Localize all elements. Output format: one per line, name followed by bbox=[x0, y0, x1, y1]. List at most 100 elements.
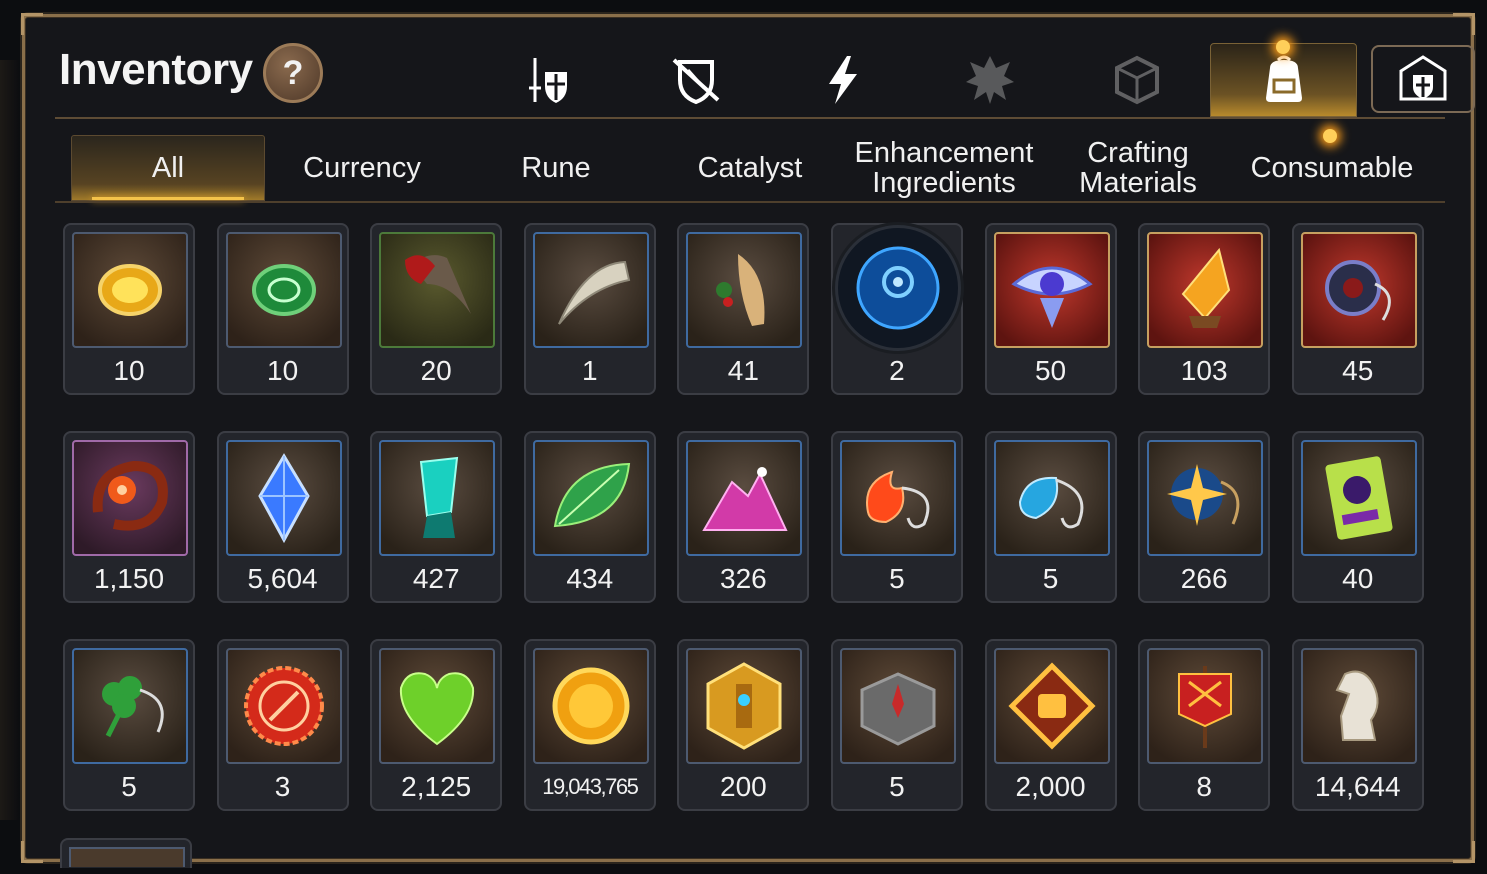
tab-consumable[interactable]: Consumable bbox=[1235, 135, 1429, 201]
star-pendant-icon bbox=[1147, 440, 1264, 556]
inventory-item[interactable]: 266 bbox=[1138, 431, 1271, 603]
inventory-item[interactable]: 1,150 bbox=[63, 431, 195, 603]
frame-corner bbox=[1453, 13, 1475, 35]
inventory-item[interactable]: 5 bbox=[830, 431, 963, 603]
background-edge bbox=[0, 60, 20, 820]
battle-flag-icon bbox=[1147, 648, 1264, 764]
item-count: 5 bbox=[1042, 563, 1059, 594]
card-icon bbox=[1300, 440, 1417, 556]
sword-shield-icon bbox=[528, 58, 567, 103]
tab-emblem[interactable] bbox=[916, 43, 1063, 117]
fire-pendant-icon bbox=[839, 440, 956, 556]
item-count: 41 bbox=[727, 355, 759, 386]
inventory-item[interactable]: 1 bbox=[523, 223, 656, 395]
tab-rune[interactable]: Rune bbox=[459, 135, 653, 201]
stone-compass-icon bbox=[839, 648, 956, 764]
inventory-item[interactable]: 326 bbox=[677, 431, 810, 603]
fang-icon bbox=[532, 232, 649, 348]
item-count: 10 bbox=[267, 355, 299, 386]
inventory-item-partial[interactable] bbox=[60, 838, 192, 868]
dark-ring-amulet-icon bbox=[1300, 232, 1417, 348]
inventory-item[interactable]: 2 bbox=[830, 223, 963, 395]
claw-icon bbox=[379, 232, 496, 348]
inventory-item[interactable]: 5 bbox=[984, 431, 1117, 603]
inventory-item[interactable]: 14,644 bbox=[1291, 639, 1424, 811]
orange-crystal-icon bbox=[1147, 232, 1264, 348]
item-count: 5 bbox=[121, 771, 137, 802]
blue-rune-orb-icon bbox=[837, 228, 958, 348]
inventory-item[interactable]: 5,604 bbox=[216, 431, 349, 603]
tab-crafting-materials[interactable]: Crafting Materials bbox=[1041, 135, 1235, 201]
red-flower-ring-icon bbox=[72, 440, 188, 556]
item-count: 2,125 bbox=[401, 771, 472, 802]
cube-icon bbox=[1114, 55, 1159, 105]
inventory-item[interactable]: 103 bbox=[1138, 223, 1271, 395]
clover-pendant-icon bbox=[72, 648, 188, 764]
green-leaf-icon bbox=[532, 440, 649, 556]
inventory-item[interactable]: 50 bbox=[984, 223, 1117, 395]
item-count: 200 bbox=[720, 771, 767, 802]
inventory-item[interactable]: 41 bbox=[677, 223, 810, 395]
frame-corner bbox=[21, 841, 43, 863]
water-pendant-icon bbox=[993, 440, 1110, 556]
tab-bag[interactable] bbox=[1210, 40, 1357, 117]
broken-shield-icon bbox=[672, 58, 719, 105]
ginseng-root-icon bbox=[686, 232, 803, 348]
tab-guild-storage[interactable] bbox=[1371, 45, 1475, 113]
tab-skill[interactable] bbox=[769, 43, 916, 117]
item-count: 40 bbox=[1342, 563, 1374, 594]
pink-ore-icon bbox=[686, 440, 803, 556]
item-count: 19,043,765 bbox=[542, 774, 639, 799]
divider bbox=[55, 117, 1445, 119]
item-count: 1,150 bbox=[93, 563, 165, 594]
inventory-item[interactable]: 5 bbox=[63, 639, 195, 811]
tab-currency[interactable]: Currency bbox=[265, 135, 459, 201]
inventory-item[interactable]: 2,125 bbox=[370, 639, 503, 811]
inventory-item[interactable]: 2,000 bbox=[984, 639, 1117, 811]
item-count: 427 bbox=[412, 563, 460, 594]
item-count: 1 bbox=[581, 355, 598, 386]
item-count: 45 bbox=[1342, 355, 1374, 386]
item-count: 2 bbox=[889, 355, 905, 386]
gold-emblem-icon bbox=[686, 648, 803, 764]
crest-icon bbox=[965, 56, 1014, 104]
inventory-item[interactable]: 427 bbox=[370, 431, 503, 603]
item-count: 8 bbox=[1196, 771, 1212, 802]
item-count: 266 bbox=[1180, 563, 1228, 594]
red-seal-icon bbox=[225, 648, 342, 764]
item-count: 20 bbox=[420, 355, 452, 386]
tab-all[interactable]: All bbox=[71, 135, 265, 201]
blue-diamond-icon bbox=[225, 440, 342, 556]
item-count: 434 bbox=[566, 563, 614, 594]
frame-corner bbox=[21, 13, 43, 35]
inventory-item[interactable]: 10 bbox=[63, 223, 195, 395]
item-count: 10 bbox=[113, 355, 145, 386]
help-button[interactable]: ? bbox=[263, 43, 323, 103]
inventory-item[interactable]: 200 bbox=[677, 639, 810, 811]
inventory-item[interactable]: 434 bbox=[523, 431, 656, 603]
tab-enhancement-ingredients[interactable]: Enhancement Ingredients bbox=[847, 135, 1041, 201]
tab-catalyst[interactable]: Catalyst bbox=[653, 135, 847, 201]
item-count: 5,604 bbox=[247, 563, 318, 594]
green-gem-icon bbox=[225, 232, 342, 348]
inventory-item[interactable]: 20 bbox=[370, 223, 503, 395]
inventory-item[interactable]: 19,043,765 bbox=[523, 639, 656, 811]
tab-box[interactable] bbox=[1063, 43, 1210, 117]
inventory-item[interactable]: 45 bbox=[1291, 223, 1424, 395]
tab-armor[interactable] bbox=[622, 43, 769, 117]
inventory-item[interactable]: 3 bbox=[216, 639, 349, 811]
teal-crystal-icon bbox=[379, 440, 496, 556]
inventory-item[interactable]: 10 bbox=[216, 223, 349, 395]
item-count: 326 bbox=[720, 563, 767, 594]
item-count: 14,644 bbox=[1314, 771, 1401, 802]
inventory-item[interactable]: 8 bbox=[1138, 639, 1271, 811]
divider bbox=[55, 201, 1445, 203]
inventory-item[interactable]: 40 bbox=[1291, 431, 1424, 603]
frame-corner bbox=[1453, 841, 1475, 863]
storage-icon bbox=[1399, 55, 1447, 101]
backpack-icon bbox=[1265, 55, 1302, 102]
notification-dot bbox=[1323, 129, 1337, 143]
gold-coin-icon bbox=[532, 648, 649, 764]
inventory-item[interactable]: 5 bbox=[830, 639, 963, 811]
tab-equipment[interactable] bbox=[475, 43, 622, 117]
